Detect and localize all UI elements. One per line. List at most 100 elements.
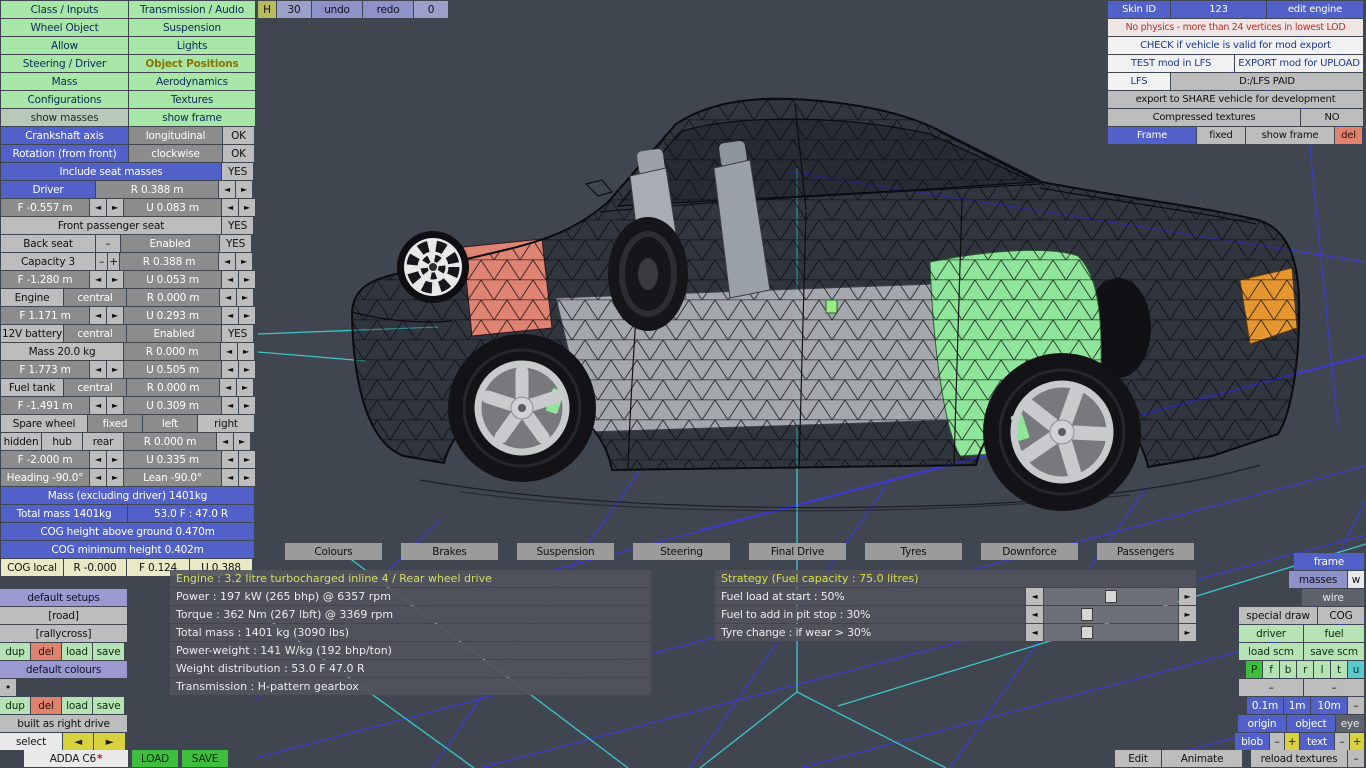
f-1-280-m-button[interactable]: F -1.280 m (1, 271, 89, 288)
layer-u-button[interactable]: u (1348, 661, 1364, 678)
edit-mode-button[interactable]: Edit (1115, 750, 1161, 767)
arrow-right-button[interactable]: ► (107, 361, 123, 378)
fuel-load-at-start-50-slider[interactable] (1044, 588, 1178, 605)
spare-wheel-button[interactable]: Spare wheel (1, 415, 87, 432)
skin-id-button[interactable]: Skin ID (1108, 1, 1170, 18)
hub-button[interactable]: hub (42, 433, 82, 450)
value-30-button[interactable]: 30 (277, 1, 311, 18)
back-seat-button[interactable]: Back seat (1, 235, 95, 252)
animate-mode-button[interactable]: Animate (1162, 750, 1242, 767)
mass-20-0-kg-button[interactable]: Mass 20.0 kg (1, 343, 123, 360)
minus-button[interactable]: – (1239, 679, 1303, 696)
arrow-left-button[interactable]: ◄ (90, 397, 106, 414)
colour-dot-button[interactable]: • (0, 679, 16, 696)
central-button[interactable]: central (64, 379, 126, 396)
arrow-left-button[interactable]: ◄ (219, 253, 235, 270)
object-button[interactable]: object (1287, 715, 1335, 732)
arrow-left-button[interactable]: ◄ (90, 361, 106, 378)
reload-textures-button[interactable]: reload textures (1251, 750, 1347, 767)
compressed-textures-button[interactable]: Compressed textures (1108, 109, 1300, 126)
arrow-right-button[interactable]: ► (107, 271, 123, 288)
arrow-left-button[interactable]: ◄ (222, 451, 238, 468)
f-1-171-m-button[interactable]: F 1.171 m (1, 307, 89, 324)
frame-del-button[interactable]: del (1335, 127, 1362, 144)
grid-10m-button[interactable]: 10m (1311, 697, 1347, 714)
right-button[interactable]: right (198, 415, 254, 432)
setup-road-button[interactable]: [road] (0, 607, 127, 624)
tab-object-positions[interactable]: Object Positions (129, 55, 255, 72)
arrow-right-button[interactable]: ► (107, 397, 123, 414)
r-0-000-m-button[interactable]: R 0.000 m (127, 379, 219, 396)
central-button[interactable]: central (64, 325, 126, 342)
layer-b-button[interactable]: b (1280, 661, 1296, 678)
f-1-491-m-button[interactable]: F -1.491 m (1, 397, 89, 414)
engine-button[interactable]: Engine (1, 289, 63, 306)
show-frame-button[interactable]: show frame (129, 109, 255, 126)
yes-button[interactable]: YES (222, 217, 253, 234)
f-0-557-m-button[interactable]: F -0.557 m (1, 199, 89, 216)
arrow-right-button[interactable]: ► (1179, 624, 1196, 641)
vehicle-name-button[interactable]: ADDA C6 * (24, 750, 128, 767)
r-0-000-m-button[interactable]: R 0.000 m (124, 433, 216, 450)
arrow-right-button[interactable]: ► (107, 199, 123, 216)
arrow-left-button[interactable]: ◄ (221, 343, 237, 360)
del-button[interactable]: del (31, 643, 61, 660)
frame-button[interactable]: Frame (1108, 127, 1196, 144)
plus-button[interactable]: + (1285, 733, 1299, 750)
class-inputs-button[interactable]: Class / Inputs (1, 1, 128, 18)
heading-90-0-button[interactable]: Heading -90.0° (1, 469, 89, 486)
left-button[interactable]: left (143, 415, 197, 432)
textures-button[interactable]: Textures (129, 91, 255, 108)
dup-button[interactable]: dup (0, 643, 30, 660)
load-button[interactable]: load (62, 697, 92, 714)
origin-button[interactable]: origin (1238, 715, 1286, 732)
w-button[interactable]: w (1348, 571, 1364, 588)
capacity-3-button[interactable]: Capacity 3 (1, 253, 95, 270)
layer-l-button[interactable]: l (1314, 661, 1330, 678)
edit-engine-button[interactable]: edit engine (1267, 1, 1363, 18)
eye-button[interactable]: eye (1336, 715, 1364, 732)
export-mod-for-upload-button[interactable]: EXPORT mod for UPLOAD (1235, 55, 1363, 72)
f-2-000-m-button[interactable]: F -2.000 m (1, 451, 89, 468)
compressed-textures-toggle[interactable]: NO (1301, 109, 1363, 126)
arrow-right-button[interactable]: ► (239, 271, 255, 288)
cog-view-button[interactable]: COG (1318, 607, 1364, 624)
load-scm-button[interactable]: load scm (1239, 643, 1303, 660)
r-0-000-m-button[interactable]: R 0.000 m (124, 343, 220, 360)
arrow-right-button[interactable]: ► (107, 307, 123, 324)
special-draw-button[interactable]: special draw (1239, 607, 1317, 624)
u-0-083-m-button[interactable]: U 0.083 m (124, 199, 221, 216)
setup-rallycross-button[interactable]: [rallycross] (0, 625, 127, 642)
arrow-left-button[interactable]: ◄ (1026, 588, 1043, 605)
driver-button[interactable]: Driver (1, 181, 95, 198)
fuel-to-add-in-pit-stop-30-slider[interactable] (1044, 606, 1178, 623)
arrow-right-button[interactable]: ► (107, 469, 123, 486)
yes-button[interactable]: YES (220, 235, 251, 252)
save-scm-button[interactable]: save scm (1304, 643, 1364, 660)
minus-button[interactable]: – (96, 235, 120, 252)
rotation-from-front-button[interactable]: Rotation (from front) (1, 145, 128, 162)
tyre-change-if-wear-30-slider-thumb[interactable] (1081, 626, 1093, 639)
arrow-left-button[interactable]: ◄ (219, 181, 235, 198)
minus-button[interactable]: – (1335, 733, 1349, 750)
allow-button[interactable]: Allow (1, 37, 128, 54)
load-button[interactable]: LOAD (132, 750, 178, 767)
transmission-audio-button[interactable]: Transmission / Audio (129, 1, 255, 18)
check-vehicle-button[interactable]: CHECK if vehicle is valid for mod export (1108, 37, 1363, 54)
arrow-right-button[interactable]: ► (234, 433, 250, 450)
include-seat-masses-button[interactable]: Include seat masses (1, 163, 221, 180)
select-button[interactable]: select (0, 733, 62, 750)
arrow-left-button[interactable]: ◄ (222, 361, 238, 378)
arrow-right-button[interactable]: ► (239, 469, 255, 486)
arrow-left-button[interactable]: ◄ (90, 199, 106, 216)
steering-driver-button[interactable]: Steering / Driver (1, 55, 128, 72)
tab-steering[interactable]: Steering (633, 543, 730, 560)
arrow-left-button[interactable]: ◄ (220, 379, 236, 396)
redo-button[interactable]: redo (363, 1, 413, 18)
plus-button[interactable]: + (108, 253, 119, 270)
arrow-left-button[interactable]: ◄ (90, 469, 106, 486)
f-1-773-m-button[interactable]: F 1.773 m (1, 361, 89, 378)
u-0-335-m-button[interactable]: U 0.335 m (124, 451, 221, 468)
front-passenger-seat-button[interactable]: Front passenger seat (1, 217, 221, 234)
r-0-388-m-button[interactable]: R 0.388 m (120, 253, 218, 270)
